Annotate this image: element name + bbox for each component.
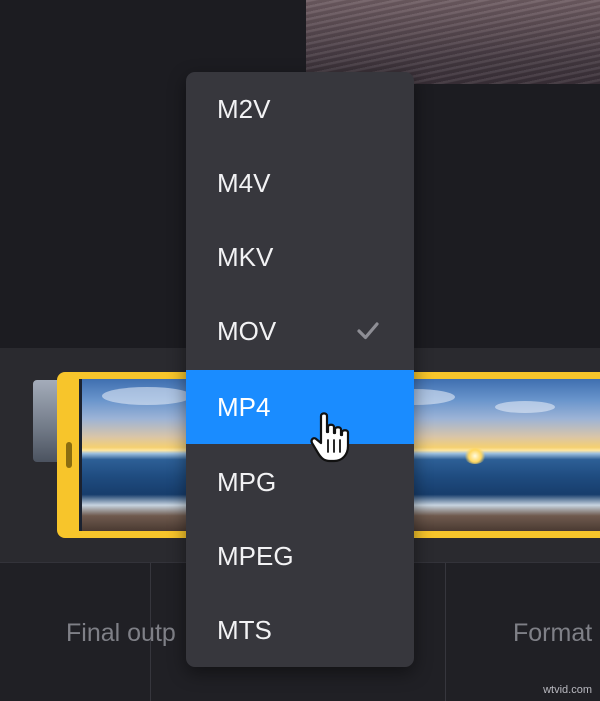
format-dropdown-menu: M2V M4V MKV MOV MP4 MPG MPEG MTS (186, 72, 414, 667)
sun (464, 448, 486, 464)
option-label: MKV (217, 242, 274, 272)
cloud (495, 401, 555, 413)
hand-pointer-icon (310, 412, 350, 463)
format-option-mpeg[interactable]: MPEG (186, 519, 414, 593)
format-option-mts[interactable]: MTS (186, 593, 414, 667)
option-label: M2V (217, 94, 271, 124)
option-label: MPEG (217, 541, 294, 571)
format-option-m4v[interactable]: M4V (186, 146, 414, 220)
option-label: M4V (217, 168, 271, 198)
format-option-mp4[interactable]: MP4 (186, 370, 414, 444)
trim-handle-icon[interactable] (66, 442, 72, 468)
format-option-mkv[interactable]: MKV (186, 220, 414, 294)
format-option-m2v[interactable]: M2V (186, 72, 414, 146)
watermark: wtvid.com (543, 684, 592, 696)
check-icon (357, 322, 379, 340)
cloud (102, 387, 192, 405)
option-label: MTS (217, 615, 272, 645)
toolbar-divider (445, 563, 446, 701)
option-label: MP4 (217, 392, 271, 422)
format-option-mov[interactable]: MOV (186, 294, 414, 368)
option-label: MPG (217, 467, 277, 497)
format-option-mpg[interactable]: MPG (186, 445, 414, 519)
final-output-label[interactable]: Final outp (66, 619, 176, 648)
format-label[interactable]: Format (513, 619, 592, 648)
option-label: MOV (217, 316, 277, 346)
